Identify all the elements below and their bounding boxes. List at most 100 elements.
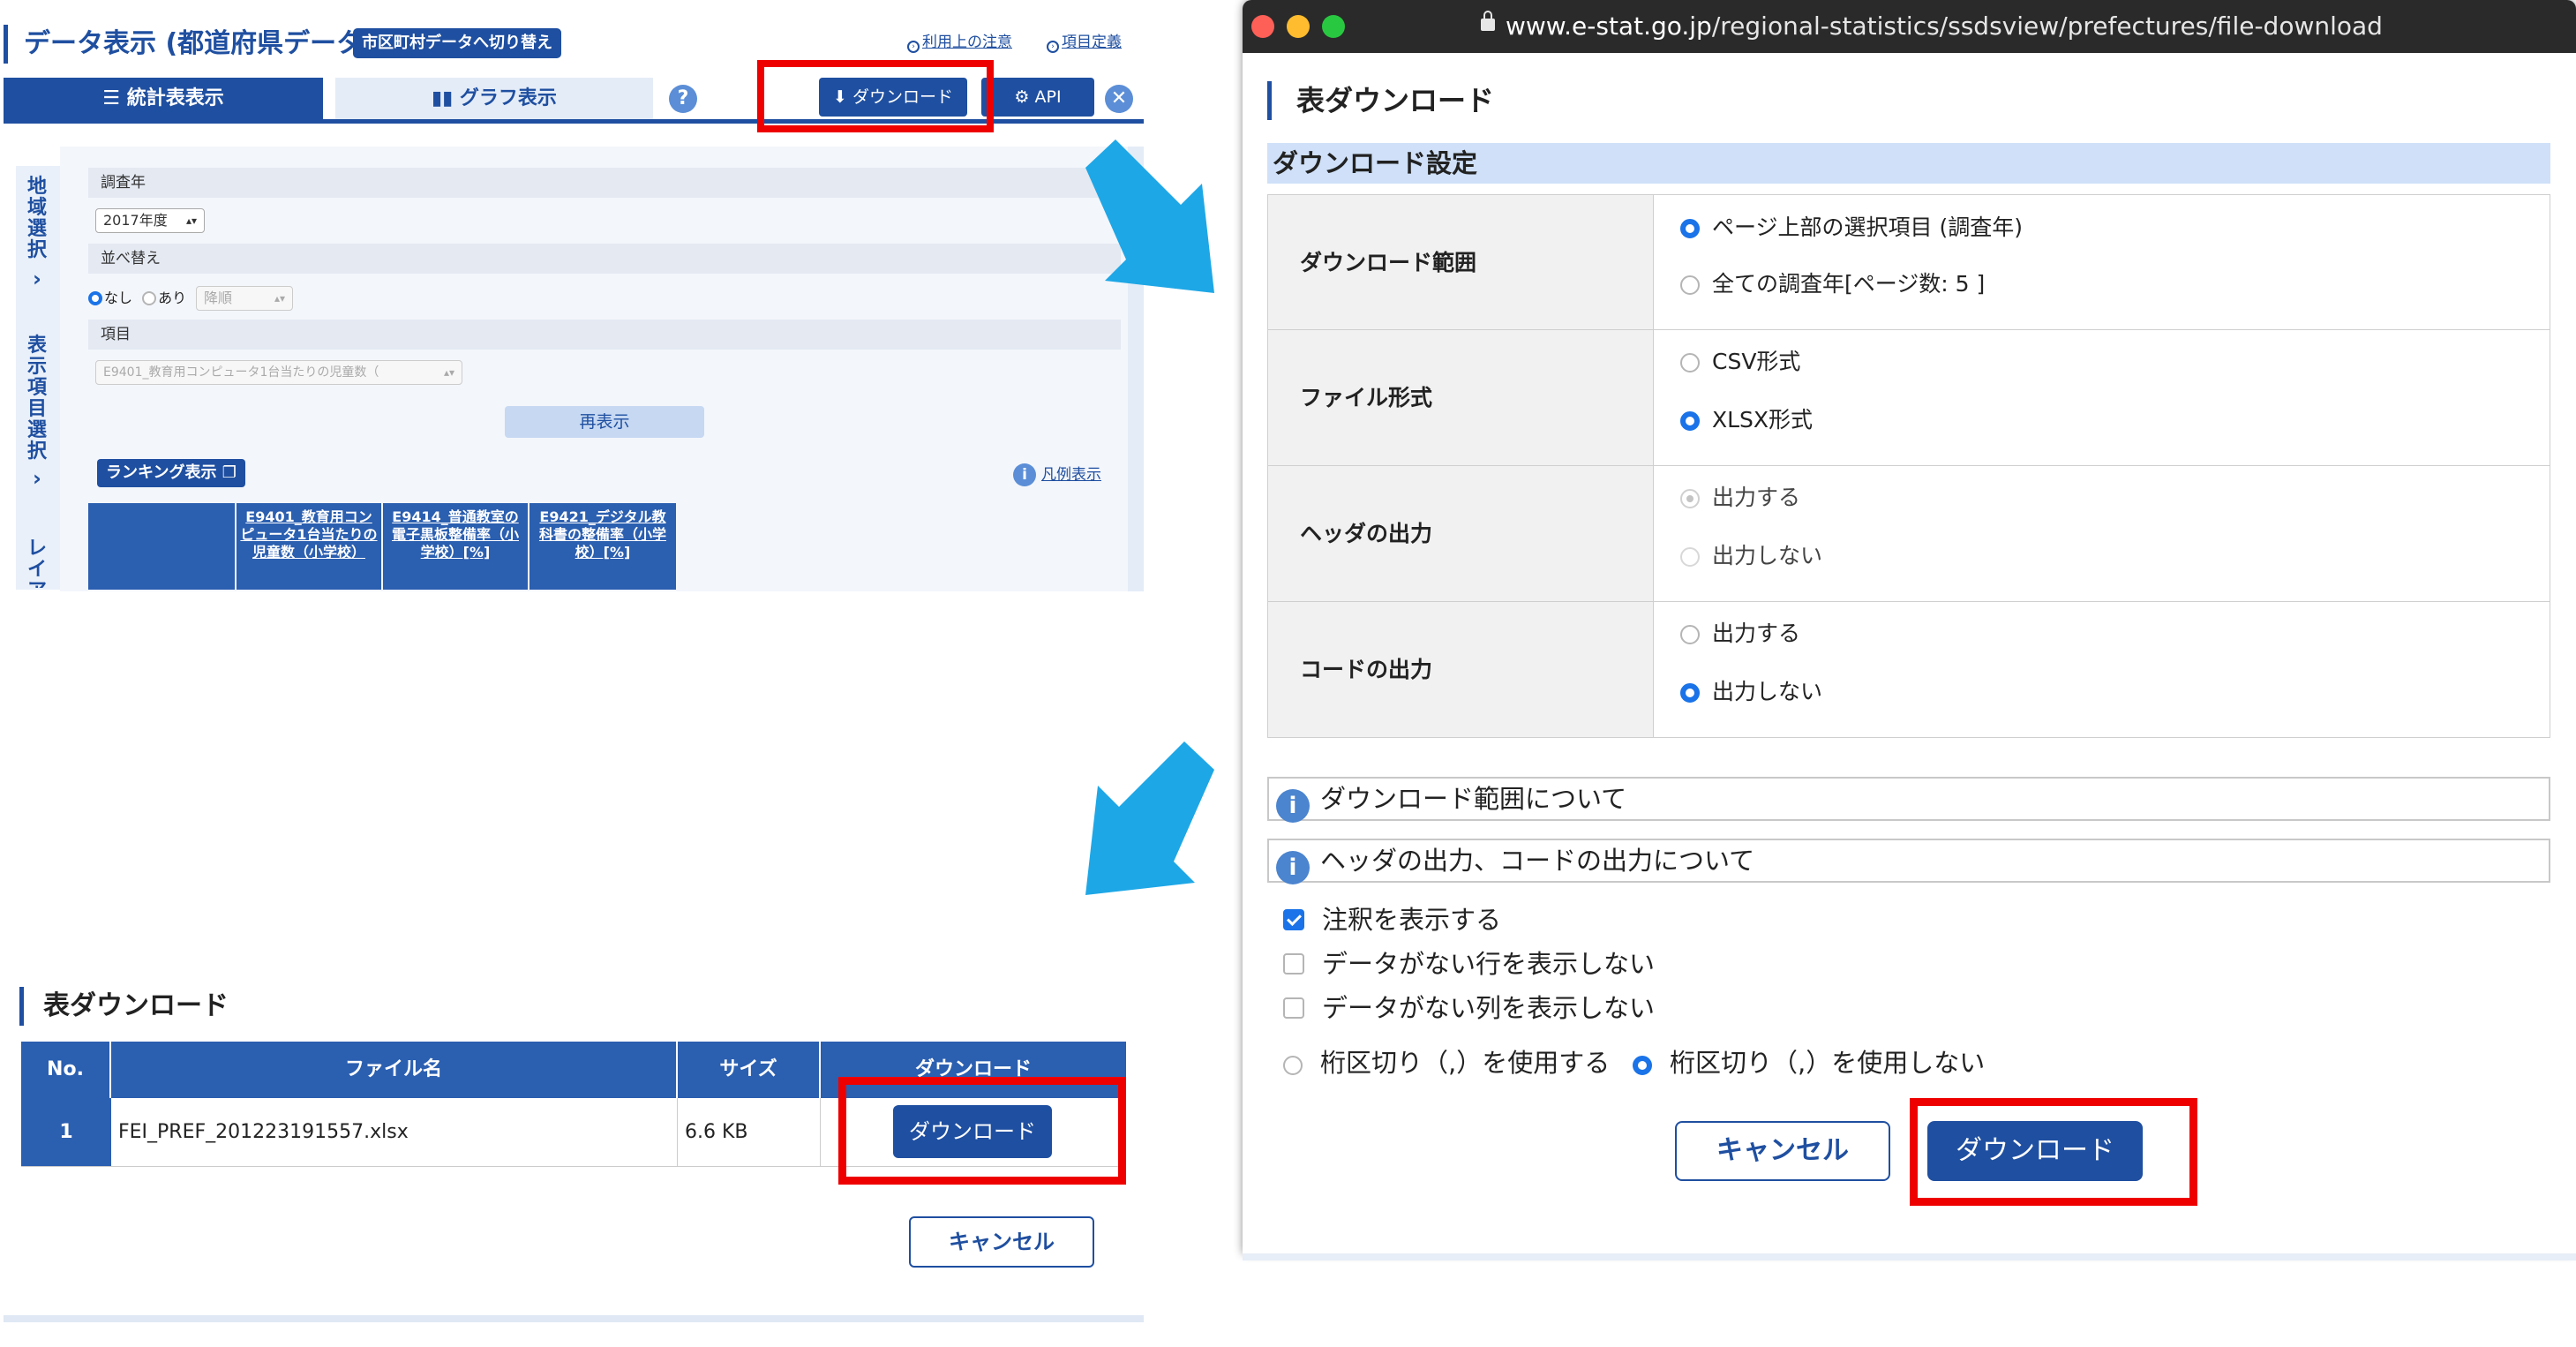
arrow-circle-icon: ›: [907, 41, 920, 53]
updown-icon: ▴▾: [443, 366, 454, 379]
year-select[interactable]: 2017年度 ▴▾: [95, 208, 205, 233]
arrow-right-down-icon: [1085, 139, 1214, 293]
range-label: ダウンロード範囲: [1267, 194, 1654, 330]
settings-section-header: ダウンロード設定: [1267, 143, 2550, 184]
info-icon: i: [1013, 463, 1036, 486]
chevron-right-icon[interactable]: ›: [19, 466, 55, 491]
list-icon: ☰: [102, 87, 127, 109]
sort-options: なし あり: [88, 288, 186, 309]
highlight-box: [757, 60, 994, 132]
highlight-box: [838, 1077, 1126, 1185]
arrow-circle-icon: ›: [1047, 41, 1059, 53]
column-header-e9421[interactable]: E9421_デジタル教科書の整備率（小学校）[%]: [529, 503, 676, 590]
background-strip: [1243, 1253, 2576, 1260]
tab-table-view[interactable]: ☰ 統計表表示: [4, 78, 323, 119]
side-region-label: 地域選択: [26, 176, 47, 261]
cancel-button[interactable]: キャンセル: [909, 1216, 1094, 1268]
separator-nouse-radio[interactable]: 桁区切り（,）を使用しない: [1633, 1045, 1985, 1080]
radio-on: [1633, 1056, 1652, 1075]
arrow-left-down-icon: [1085, 741, 1214, 895]
column-header-e9401[interactable]: E9401_教育用コンピュータ1台当たりの児童数（小学校）: [237, 503, 381, 590]
column-header-no: No.: [21, 1042, 111, 1098]
side-layout-select[interactable]: レイア: [19, 538, 55, 588]
updown-icon: ▴▾: [185, 214, 197, 227]
code-output-no[interactable]: 出力しない: [1680, 676, 1822, 708]
checkbox-unchecked: [1283, 997, 1304, 1019]
usage-notes-link[interactable]: › 利用上の注意: [907, 30, 1012, 55]
tab-graph-view[interactable]: ▮▮ グラフ表示: [335, 78, 653, 119]
column-header-filename: ファイル名: [111, 1042, 678, 1098]
checkbox-checked: [1283, 909, 1304, 930]
download-list-title: 表ダウンロード: [19, 987, 229, 1026]
side-region-select[interactable]: 地域選択: [19, 177, 55, 261]
info-icon: i: [1276, 851, 1310, 884]
sort-none-radio[interactable]: [88, 291, 102, 305]
highlight-box: [1910, 1098, 2197, 1206]
lock-icon: [1481, 11, 1495, 31]
info-icon: i: [1276, 789, 1310, 823]
hide-empty-cols-checkbox[interactable]: データがない列を表示しない: [1283, 990, 1655, 1026]
page-title: データ表示 (都道府県データ): [4, 25, 375, 64]
maximize-window-icon[interactable]: [1322, 15, 1345, 38]
radio-off: [1680, 625, 1700, 644]
format-option-xlsx[interactable]: XLSX形式: [1680, 404, 1813, 436]
updown-icon: ▴▾: [274, 292, 285, 305]
row-filename-cell: FEI_PREF_201223191557.xlsx: [111, 1098, 678, 1167]
radio-on: [1680, 683, 1700, 703]
side-layout-label: レイア: [26, 538, 47, 588]
item-definitions-link[interactable]: › 項目定義: [1047, 30, 1122, 55]
format-label: ファイル形式: [1267, 330, 1654, 466]
code-output-label: コードの出力: [1267, 602, 1654, 738]
range-option-selected-items[interactable]: ページ上部の選択項目 (調査年): [1680, 212, 2023, 244]
radio-off: [1680, 353, 1700, 372]
radio-off: [1680, 275, 1700, 295]
row-no-cell: 1: [21, 1098, 111, 1167]
row-size-cell: 6.6 KB: [678, 1098, 821, 1167]
radio-on: [1680, 411, 1700, 431]
close-window-icon[interactable]: [1251, 15, 1274, 38]
header-output-yes[interactable]: 出力する: [1680, 482, 1800, 514]
range-option-all-years[interactable]: 全ての調査年[ページ数: 5 ]: [1680, 268, 1985, 300]
code-output-yes[interactable]: 出力する: [1680, 618, 1800, 650]
switch-municipal-button[interactable]: 市区町村データへ切り替え: [353, 28, 561, 58]
footer-strip: [4, 1315, 1144, 1322]
redisplay-button[interactable]: 再表示: [505, 406, 704, 438]
bar-chart-icon: ▮▮: [432, 87, 460, 109]
header-output-label: ヘッダの出力: [1267, 466, 1654, 602]
sort-label: 並べ替え: [88, 244, 1121, 274]
side-items-label: 表示項目選択: [26, 335, 47, 463]
checkbox-unchecked: [1283, 953, 1304, 975]
minimize-window-icon[interactable]: [1287, 15, 1310, 38]
expand-icon[interactable]: ✕: [1105, 85, 1133, 113]
info-header-code[interactable]: i ヘッダの出力、コードの出力について: [1267, 839, 2550, 884]
year-label: 調査年: [88, 168, 1121, 198]
gear-icon: ⚙: [1014, 87, 1035, 107]
column-header-size: サイズ: [678, 1042, 821, 1098]
cancel-button[interactable]: キャンセル: [1675, 1121, 1890, 1181]
radio-on: [1680, 219, 1700, 238]
info-download-range[interactable]: i ダウンロード範囲について: [1267, 777, 2550, 823]
legend-link[interactable]: i 凡例表示: [1013, 463, 1101, 487]
dialog-title: 表ダウンロード: [1267, 81, 1494, 120]
column-header-e9414[interactable]: E9414_普通教室の電子黒板整備率（小学校）[%]: [383, 503, 528, 590]
hide-empty-rows-checkbox[interactable]: データがない行を表示しない: [1283, 946, 1655, 982]
radio-off: [1283, 1056, 1303, 1075]
ranking-button[interactable]: ランキング表示 ❐: [97, 459, 245, 487]
item-select[interactable]: E9401_教育用コンピュータ1台当たりの児童数（ ▴▾: [95, 360, 462, 385]
header-output-no[interactable]: 出力しない: [1680, 540, 1822, 572]
sort-order-select[interactable]: 降順 ▴▾: [196, 286, 293, 311]
help-icon[interactable]: ?: [669, 85, 697, 113]
radio-disabled-off: [1680, 547, 1700, 567]
separator-use-radio[interactable]: 桁区切り（,）を使用する: [1283, 1045, 1610, 1080]
table-corner-header: [88, 503, 235, 590]
side-items-select[interactable]: 表示項目選択: [19, 335, 55, 463]
address-bar[interactable]: www.e-stat.go.jp/regional-statistics/ssd…: [1481, 7, 2383, 46]
api-button[interactable]: ⚙ API: [981, 78, 1094, 117]
chevron-right-icon[interactable]: ›: [19, 267, 55, 291]
item-label: 項目: [88, 320, 1121, 350]
show-notes-checkbox[interactable]: 注釈を表示する: [1283, 902, 1501, 937]
radio-disabled-on: [1680, 489, 1700, 508]
window-icon: ❐: [222, 463, 237, 482]
format-option-csv[interactable]: CSV形式: [1680, 346, 1800, 378]
sort-yes-radio[interactable]: [142, 291, 157, 305]
